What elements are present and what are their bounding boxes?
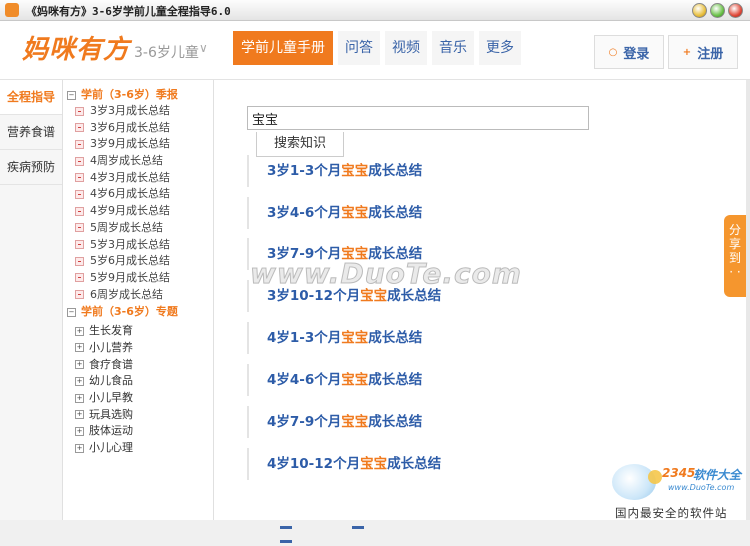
tree-leaf[interactable]: 5岁9月成长总结 [75, 270, 213, 287]
tree-leaf[interactable]: 3岁6月成长总结 [75, 120, 213, 137]
tree-topic[interactable]: + 幼儿食品 [75, 373, 213, 390]
page-icon [75, 173, 84, 183]
tree-leaf[interactable]: 3岁9月成长总结 [75, 136, 213, 153]
title-bar: 《妈咪有方》3-6岁学前儿童全程指导6.0 [0, 0, 750, 21]
tree-leaf[interactable]: 4岁9月成长总结 [75, 203, 213, 220]
collapse-icon[interactable]: − [67, 307, 76, 317]
logo: 妈咪有方 [22, 35, 131, 65]
register-label: 注册 [697, 46, 724, 62]
tree-leaf[interactable]: 5岁6月成长总结 [75, 253, 213, 270]
brand-slogan: 国内最安全的软件站 [615, 506, 728, 520]
brand-digits: 2345 [662, 466, 696, 480]
tree-leaf[interactable]: 3岁3月成长总结 [75, 103, 213, 120]
minimize-button[interactable] [692, 3, 707, 18]
age-selector[interactable]: 3-6岁儿童 [134, 42, 199, 62]
collapse-icon[interactable]: − [67, 90, 76, 100]
expand-icon[interactable]: + [75, 393, 84, 403]
tree-topic[interactable]: + 食疗食谱 [75, 357, 213, 374]
expand-icon[interactable]: + [75, 376, 84, 386]
login-label: 登录 [623, 46, 650, 62]
tree-topic[interactable]: + 肢体运动 [75, 423, 213, 440]
tree-leaf[interactable]: 6周岁成长总结 [75, 287, 213, 304]
page-icon [75, 106, 84, 116]
nav-tab-qa[interactable]: 问答 [338, 31, 380, 65]
page-icon [75, 256, 84, 266]
expand-icon[interactable]: + [75, 410, 84, 420]
main-nav: 学前儿童手册 问答 视频 音乐 更多 [233, 31, 526, 67]
brand-name: 软件大全 [693, 468, 742, 482]
expand-icon[interactable]: + [75, 426, 84, 436]
brand-logo-mark [648, 470, 662, 484]
search-button[interactable]: 搜索知识 [256, 132, 344, 157]
nav-tab-video[interactable]: 视频 [385, 31, 427, 65]
tree-topic[interactable]: + 玩具选购 [75, 407, 213, 424]
close-button[interactable] [728, 3, 743, 18]
tree-group-quarterly[interactable]: − 学前（3-6岁）季报 [67, 86, 213, 103]
expand-icon[interactable]: + [75, 326, 84, 336]
header: 妈咪有方 3-6岁儿童 ∨ 学前儿童手册 问答 视频 音乐 更多 ○ 登录 + … [0, 21, 750, 80]
chevron-down-icon[interactable]: ∨ [199, 41, 208, 55]
login-button[interactable]: ○ 登录 [594, 35, 664, 69]
search-input[interactable] [247, 106, 589, 130]
expand-icon[interactable]: + [75, 443, 84, 453]
maximize-button[interactable] [710, 3, 725, 18]
nav-tab-more[interactable]: 更多 [479, 31, 521, 65]
result-link[interactable]: 4岁1-3个月宝宝成长总结 [247, 322, 717, 354]
tree-leaf[interactable]: 5周岁成长总结 [75, 220, 213, 237]
page-icon [75, 290, 84, 300]
content-panel: 搜索知识 3岁1-3个月宝宝成长总结 3岁4-6个月宝宝成长总结 3岁7-9个月… [214, 80, 746, 520]
side-nav-guide[interactable]: 全程指导 [0, 80, 62, 115]
side-nav-disease[interactable]: 疾病预防 [0, 150, 62, 185]
nav-tab-music[interactable]: 音乐 [432, 31, 474, 65]
expand-icon[interactable]: + [75, 343, 84, 353]
tree-leaf[interactable]: 4岁6月成长总结 [75, 186, 213, 203]
register-button[interactable]: + 注册 [668, 35, 738, 69]
share-label: 分享到 [729, 223, 742, 265]
brand-site: www.DuoTe.com [668, 483, 735, 492]
side-nav: 全程指导 营养食谱 疾病预防 [0, 80, 63, 520]
result-link[interactable]: 3岁1-3个月宝宝成长总结 [247, 155, 717, 187]
watermark-text: www.DuoTe.com [250, 257, 522, 291]
share-button[interactable]: 分享到 · · [724, 215, 746, 297]
page-icon [75, 206, 84, 216]
category-tree: − 学前（3-6岁）季报 3岁3月成长总结 3岁6月成长总结 3岁9月成长总结 4… [63, 80, 214, 520]
tree-topic[interactable]: + 生长发育 [75, 323, 213, 340]
page-icon [75, 156, 84, 166]
scrollbar[interactable] [746, 80, 750, 520]
side-nav-recipes[interactable]: 营养食谱 [0, 115, 62, 150]
user-icon: ○ [608, 46, 618, 58]
page-icon [75, 273, 84, 283]
nav-tab-handbook[interactable]: 学前儿童手册 [233, 31, 333, 65]
page-icon [75, 240, 84, 249]
tree-topic[interactable]: + 小儿早教 [75, 390, 213, 407]
tree-topic[interactable]: + 小儿营养 [75, 340, 213, 357]
clipped-links [280, 518, 480, 543]
tree-leaf[interactable]: 4周岁成长总结 [75, 153, 213, 170]
page-icon [75, 189, 84, 199]
window-title: 《妈咪有方》3-6岁学前儿童全程指导6.0 [26, 5, 231, 18]
result-link[interactable]: 3岁4-6个月宝宝成长总结 [247, 197, 717, 229]
result-link[interactable]: 4岁4-6个月宝宝成长总结 [247, 364, 717, 396]
tree-leaf[interactable]: 4岁3月成长总结 [75, 170, 213, 187]
tree-topic[interactable]: + 小儿心理 [75, 440, 213, 457]
app-icon [5, 3, 19, 17]
plus-icon: + [682, 46, 692, 58]
page-icon [75, 123, 84, 133]
result-link[interactable]: 4岁7-9个月宝宝成长总结 [247, 406, 717, 438]
page-icon [75, 223, 84, 233]
tree-group-topics[interactable]: − 学前（3-6岁）专题 [67, 303, 213, 320]
more-dots-icon: · · [729, 265, 741, 279]
page-icon [75, 139, 84, 149]
tree-leaf[interactable]: 5岁3月成长总结 [75, 237, 213, 254]
expand-icon[interactable]: + [75, 360, 84, 370]
